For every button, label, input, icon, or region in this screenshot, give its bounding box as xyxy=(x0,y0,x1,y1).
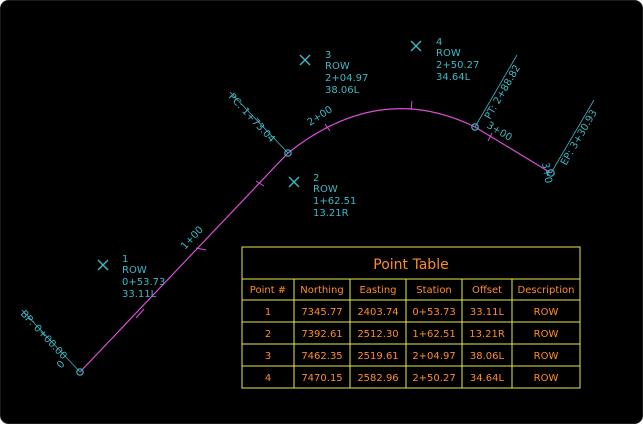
svg-text:2+50.27: 2+50.27 xyxy=(436,60,479,71)
table-cell: 4 xyxy=(265,373,271,384)
table-cell: 7462.35 xyxy=(301,351,342,362)
svg-text:13.21R: 13.21R xyxy=(313,208,349,219)
table-header-cell: Easting xyxy=(359,285,396,296)
svg-text:38.06L: 38.06L xyxy=(325,85,360,96)
svg-text:4: 4 xyxy=(436,37,442,48)
table-header-cell: Offset xyxy=(472,285,502,296)
table-cell: 2519.61 xyxy=(357,351,398,362)
table-cell: 7470.15 xyxy=(301,373,342,384)
table-cell: 2512.30 xyxy=(357,329,398,340)
svg-text:3: 3 xyxy=(325,50,331,61)
table-header-cell: Point # xyxy=(250,285,286,296)
table-cell: 7392.61 xyxy=(301,329,342,340)
table-cell: 33.11L xyxy=(470,307,505,318)
svg-text:1+62.51: 1+62.51 xyxy=(313,196,356,207)
cad-drawing-canvas[interactable]: BP: 0+00.00 0 PC: 1+73.04 1+00 2+00 PT: … xyxy=(0,0,643,424)
table-cell: 1 xyxy=(265,307,271,318)
table-cell: 0+53.73 xyxy=(412,307,455,318)
table-header-cell: Northing xyxy=(300,285,343,296)
point-table-title: Point Table xyxy=(373,257,448,273)
table-cell: 1+62.51 xyxy=(412,329,455,340)
table-cell: 38.06L xyxy=(470,351,505,362)
table-cell: ROW xyxy=(534,307,559,318)
svg-text:33.11L: 33.11L xyxy=(122,289,157,300)
table-cell: 7345.77 xyxy=(301,307,342,318)
table-cell: ROW xyxy=(534,329,559,340)
svg-text:ROW: ROW xyxy=(325,61,350,72)
table-cell: 2+04.97 xyxy=(412,351,455,362)
svg-text:2: 2 xyxy=(313,173,319,184)
table-cell: 3 xyxy=(265,351,271,362)
table-cell: ROW xyxy=(534,373,559,384)
svg-text:0+53.73: 0+53.73 xyxy=(122,277,165,288)
svg-text:ROW: ROW xyxy=(122,265,147,276)
table-cell: 2 xyxy=(265,329,271,340)
svg-text:ROW: ROW xyxy=(313,184,338,195)
table-cell: 34.64L xyxy=(470,373,505,384)
table-header-cell: Description xyxy=(518,285,575,296)
svg-text:34.64L: 34.64L xyxy=(436,72,471,83)
table-cell: 2+50.27 xyxy=(412,373,455,384)
table-header-cell: Station xyxy=(416,285,452,296)
table-cell: 2403.74 xyxy=(357,307,398,318)
svg-text:ROW: ROW xyxy=(436,48,461,59)
table-cell: 2582.96 xyxy=(357,373,398,384)
table-cell: ROW xyxy=(534,351,559,362)
table-cell: 13.21R xyxy=(469,329,505,340)
svg-text:2+04.97: 2+04.97 xyxy=(325,73,368,84)
svg-text:1: 1 xyxy=(122,254,128,265)
